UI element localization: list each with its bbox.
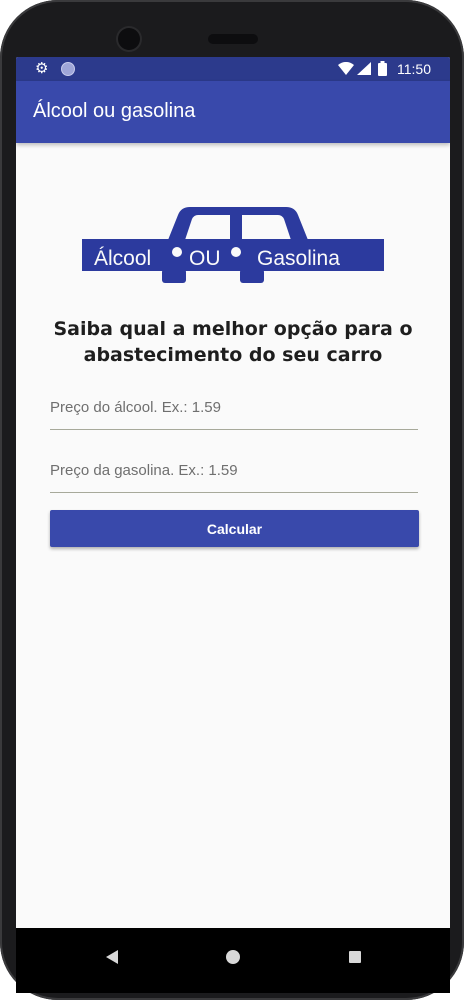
front-camera — [118, 28, 140, 50]
app-logo: Álcool OU Gasolina — [82, 207, 384, 283]
calculate-button[interactable]: Calcular — [50, 510, 419, 547]
recent-apps-icon[interactable] — [349, 951, 361, 963]
gasoline-price-input[interactable] — [50, 448, 418, 493]
gear-icon: ⚙ — [35, 60, 49, 77]
navigation-bar — [16, 928, 450, 993]
screen: ⚙ 11:50 Álcool ou gasolina Álcool OU Gas… — [16, 57, 450, 993]
alcohol-price-input[interactable] — [50, 385, 418, 430]
logo-right-text: Gasolina — [257, 247, 340, 270]
clock: 11:50 — [397, 61, 431, 77]
back-icon[interactable] — [106, 950, 118, 964]
logo-left-text: Álcool — [94, 247, 151, 270]
earpiece-speaker — [208, 34, 258, 44]
device-frame: ⚙ 11:50 Álcool ou gasolina Álcool OU Gas… — [0, 0, 464, 1000]
home-icon[interactable] — [226, 950, 240, 964]
status-bar: ⚙ 11:50 — [16, 57, 450, 81]
signal-icon — [357, 62, 371, 75]
app-title: Álcool ou gasolina — [33, 100, 196, 122]
app-bar: Álcool ou gasolina — [16, 81, 450, 143]
page-headline: Saiba qual a melhor opção para o abastec… — [53, 318, 413, 366]
wifi-icon — [338, 62, 354, 75]
notification-dot-icon — [61, 62, 75, 76]
logo-middle-text: OU — [189, 247, 221, 270]
battery-icon — [378, 61, 387, 76]
